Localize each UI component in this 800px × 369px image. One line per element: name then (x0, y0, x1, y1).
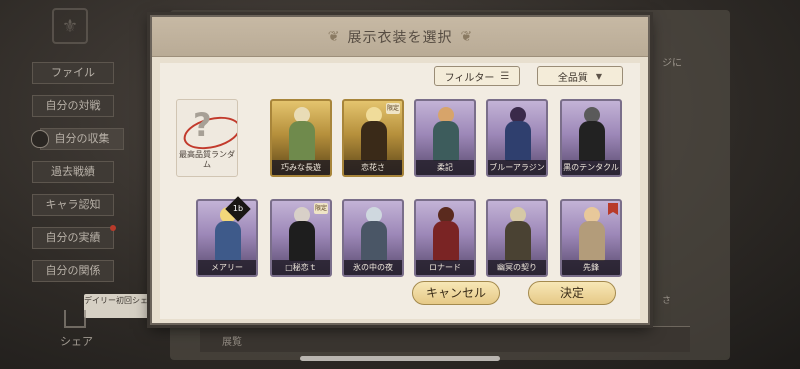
card-name: 先鋒 (562, 260, 620, 275)
portrait-body (289, 121, 315, 161)
side-item-collection[interactable]: 自分の収集 (31, 128, 124, 150)
portrait-body (289, 221, 315, 261)
card-name: 巧みな長遊 (272, 160, 330, 175)
portrait-body (361, 121, 387, 161)
wheat-left-icon: ❦ (327, 28, 340, 45)
side-item-collection-label: 自分の収集 (54, 132, 110, 145)
dialog-header: ❦ 展示衣装を選択 ❦ (152, 17, 648, 57)
portrait-body (505, 121, 531, 161)
dialog-title: 展示衣装を選択 (347, 29, 453, 46)
limited-badge: 限定 (313, 203, 328, 214)
character-portrait (503, 207, 533, 261)
side-item-matches[interactable]: 自分の対戦 (32, 95, 114, 117)
portrait-body (433, 221, 459, 261)
card-name: 黒のテンタクル (562, 160, 620, 175)
home-indicator[interactable] (300, 356, 500, 361)
share-icon[interactable] (64, 310, 86, 328)
card-name: ブルーアラジン (488, 160, 546, 175)
costume-card[interactable]: 黒のテンタクル (560, 99, 622, 177)
portrait-body (361, 221, 387, 261)
quality-diamond-badge: 1b (225, 196, 251, 222)
costume-card[interactable]: 氷の中の夜 (342, 199, 404, 277)
quality-label: 全品質 (557, 72, 588, 84)
character-portrait (431, 107, 461, 161)
background-side-mini: さ (662, 296, 672, 306)
daily-share-tip: デイリー初回シェア (84, 294, 156, 318)
card-name: 氷の中の夜 (344, 260, 402, 275)
side-item-history[interactable]: 過去戦績 (32, 161, 114, 183)
filter-button[interactable]: フィルター ☰ (434, 66, 520, 86)
background-bottom-bar (200, 326, 690, 352)
card-name: ロナード (416, 260, 474, 275)
character-portrait (577, 207, 607, 261)
emblem-icon: ⚜ (52, 8, 88, 44)
side-item-achievements[interactable]: 自分の実績 (32, 225, 116, 249)
portrait-body (579, 221, 605, 261)
costume-card[interactable]: 幽冥の契り (486, 199, 548, 277)
card-name: 最高品質ランダム (179, 150, 235, 169)
question-mark-icon: ? (193, 106, 212, 144)
diamond-badge-label: 1b (232, 204, 244, 213)
costume-card[interactable]: 恋花さ 限定 (342, 99, 404, 177)
costume-card[interactable]: 柔記 (414, 99, 476, 177)
card-name: 柔記 (416, 160, 474, 175)
filter-label: フィルター (444, 72, 495, 84)
share-label: シェア (60, 335, 93, 348)
wheat-right-icon: ❦ (460, 28, 473, 45)
list-icon: ☰ (500, 70, 510, 82)
costume-card[interactable]: ロナード (414, 199, 476, 277)
quality-dropdown[interactable]: 全品質 ▼ (537, 66, 623, 86)
card-name: メアリー (198, 260, 256, 275)
portrait-body (215, 221, 241, 261)
character-portrait (503, 107, 533, 161)
limited-badge: 限定 (385, 103, 400, 114)
costume-card[interactable]: ブルーアラジン (486, 99, 548, 177)
card-name: 幽冥の契り (488, 260, 546, 275)
character-portrait (359, 107, 389, 161)
shield-icon (31, 130, 49, 148)
character-portrait (287, 107, 317, 161)
portrait-body (433, 121, 459, 161)
background-side-text: ジに (662, 58, 682, 69)
costume-card[interactable]: □秘恋ｔ 限定 (270, 199, 332, 277)
costume-card[interactable]: 先鋒 (560, 199, 622, 277)
confirm-button[interactable]: 決定 (528, 281, 616, 305)
costume-card-random[interactable]: ? 最高品質ランダム (176, 99, 238, 177)
side-item-character[interactable]: キャラ認知 (32, 194, 114, 216)
card-name: □秘恋ｔ (272, 260, 330, 275)
character-portrait (359, 207, 389, 261)
side-item-achievements-label: 自分の実績 (45, 231, 101, 244)
portrait-body (505, 221, 531, 261)
card-name: 恋花さ (344, 160, 402, 175)
costume-grid: ? 最高品質ランダム 巧みな長遊 恋花さ 限定 柔記 ブルーアラジン 黒のテンタ… (176, 99, 622, 277)
side-item-file[interactable]: ファイル (32, 62, 114, 84)
cancel-button[interactable]: キャンセル (412, 281, 500, 305)
ribbon-icon (608, 203, 618, 215)
character-portrait (577, 107, 607, 161)
portrait-body (579, 121, 605, 161)
character-portrait (287, 207, 317, 261)
notification-dot (110, 225, 116, 231)
side-menu: ファイル 自分の対戦 自分の収集 過去戦績 キャラ認知 自分の実績 自分の関係 (31, 62, 124, 293)
chevron-down-icon: ▼ (595, 71, 603, 81)
costume-card[interactable]: 巧みな長遊 (270, 99, 332, 177)
side-item-relations[interactable]: 自分の関係 (32, 260, 114, 282)
character-portrait (431, 207, 461, 261)
background-bottom-text: 展覧 (222, 337, 242, 348)
